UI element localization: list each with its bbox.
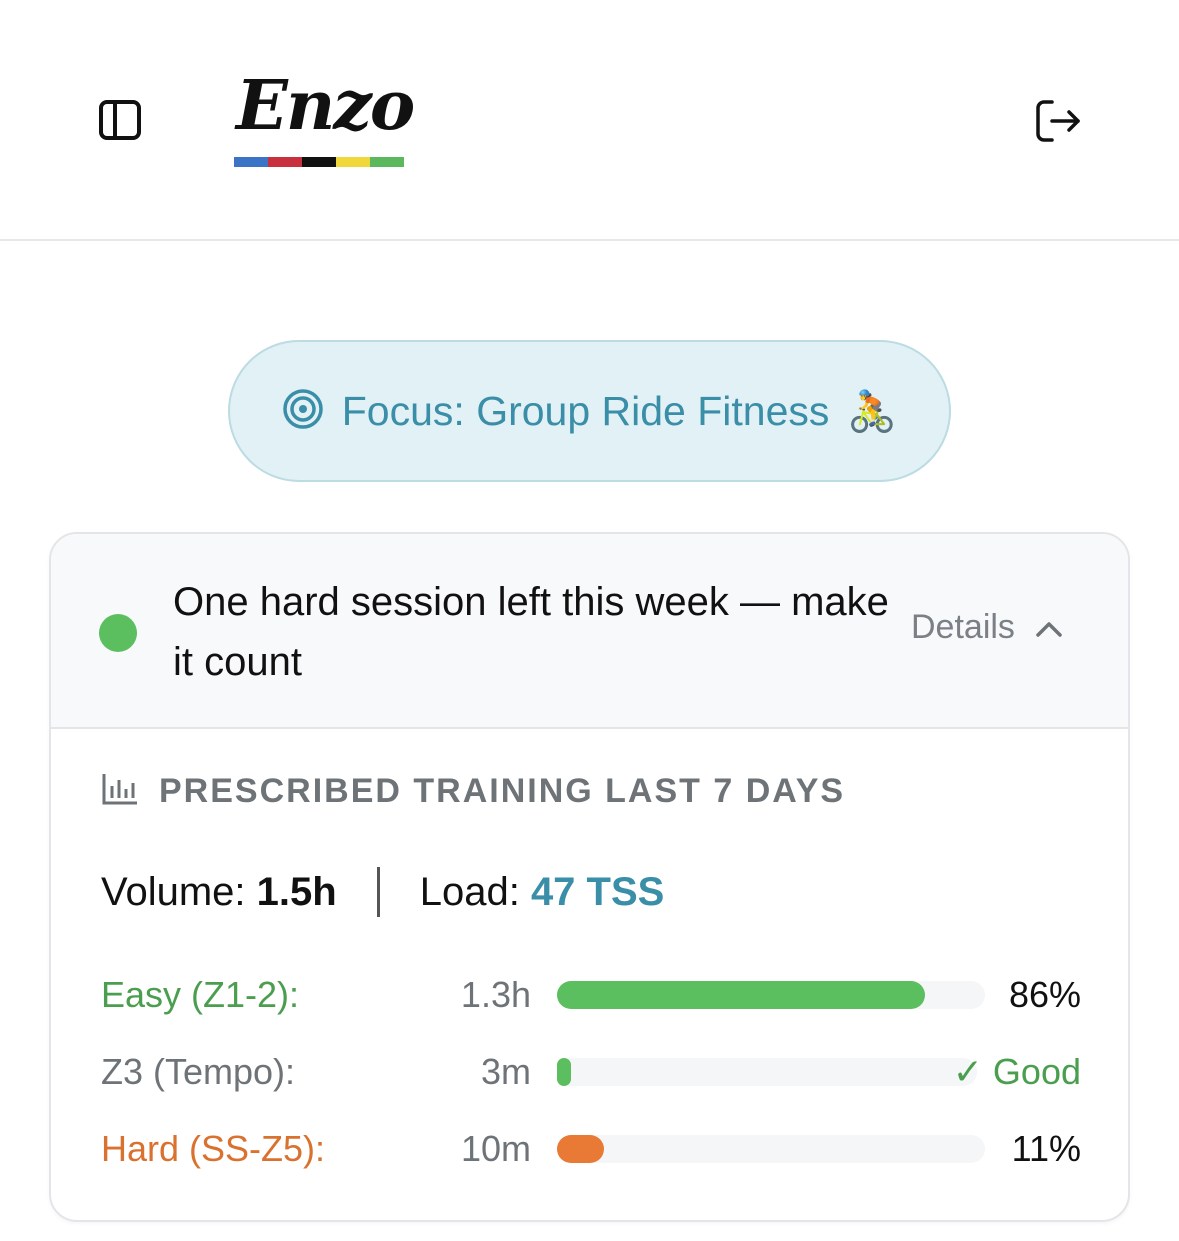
zone-label: Z3 (Tempo): (101, 1051, 296, 1092)
stripe-yellow (336, 157, 370, 167)
zone-status: 86% (1008, 974, 1081, 1015)
zone-progress-track (557, 981, 985, 1009)
focus-label: Focus: Group Ride Fitness (341, 387, 830, 434)
load-label: Load: (419, 869, 520, 914)
zone-row-tempo: Z3 (Tempo): 3m ✓ Good (101, 1047, 1081, 1097)
volume-load-row: Volume: 1.5h Load: 47 TSS (101, 864, 664, 920)
sidebar-toggle-icon[interactable] (96, 98, 144, 142)
card-header[interactable]: One hard session left this week — make i… (51, 534, 1128, 729)
volume-value: 1.5h (256, 869, 337, 914)
volume-label: Volume: (101, 869, 246, 914)
zone-progress-fill (557, 981, 925, 1009)
stripe-black (302, 157, 336, 167)
details-toggle[interactable]: Details (911, 608, 1063, 647)
status-dot (99, 614, 137, 652)
stripe-green (370, 157, 404, 167)
cyclist-emoji: 🚴 (847, 389, 898, 434)
zone-row-hard: Hard (SS-Z5): 10m 11% (101, 1124, 1081, 1174)
logo-wordmark: Enzo (236, 66, 415, 146)
load-value: 47 TSS (530, 869, 665, 914)
enzo-logo[interactable]: Enzo (232, 66, 415, 172)
zone-duration: 10m (460, 1128, 531, 1169)
zone-progress-fill (557, 1135, 604, 1163)
zone-progress-fill (557, 1058, 571, 1086)
divider (376, 867, 380, 917)
section-title: PRESCRIBED TRAINING LAST 7 DAYS (159, 772, 846, 810)
zone-progress-track (557, 1135, 985, 1163)
top-bar: Enzo (0, 0, 1179, 241)
section-header: PRESCRIBED TRAINING LAST 7 DAYS (101, 772, 845, 811)
zone-progress-track (557, 1058, 977, 1086)
zone-duration: 3m (480, 1051, 531, 1092)
zone-row-easy: Easy (Z1-2): 1.3h 86% (101, 970, 1081, 1020)
logo-stripe (234, 157, 404, 167)
focus-pill[interactable]: Focus: Group Ride Fitness 🚴 (228, 340, 951, 482)
zone-status: 11% (1011, 1128, 1081, 1169)
logout-icon[interactable] (1034, 98, 1084, 144)
stripe-blue (234, 157, 268, 167)
chevron-up-icon (1035, 608, 1063, 647)
training-card: One hard session left this week — make i… (49, 532, 1130, 1222)
target-icon (282, 388, 324, 435)
stripe-red (268, 157, 302, 167)
details-label: Details (911, 608, 1015, 646)
status-message: One hard session left this week — make i… (173, 580, 889, 684)
zone-duration: 1.3h (460, 974, 531, 1015)
bar-chart-icon (101, 772, 139, 811)
zone-status: ✓ Good (952, 1051, 1081, 1092)
zone-label: Easy (Z1-2): (101, 974, 300, 1015)
zone-label: Hard (SS-Z5): (101, 1128, 326, 1169)
